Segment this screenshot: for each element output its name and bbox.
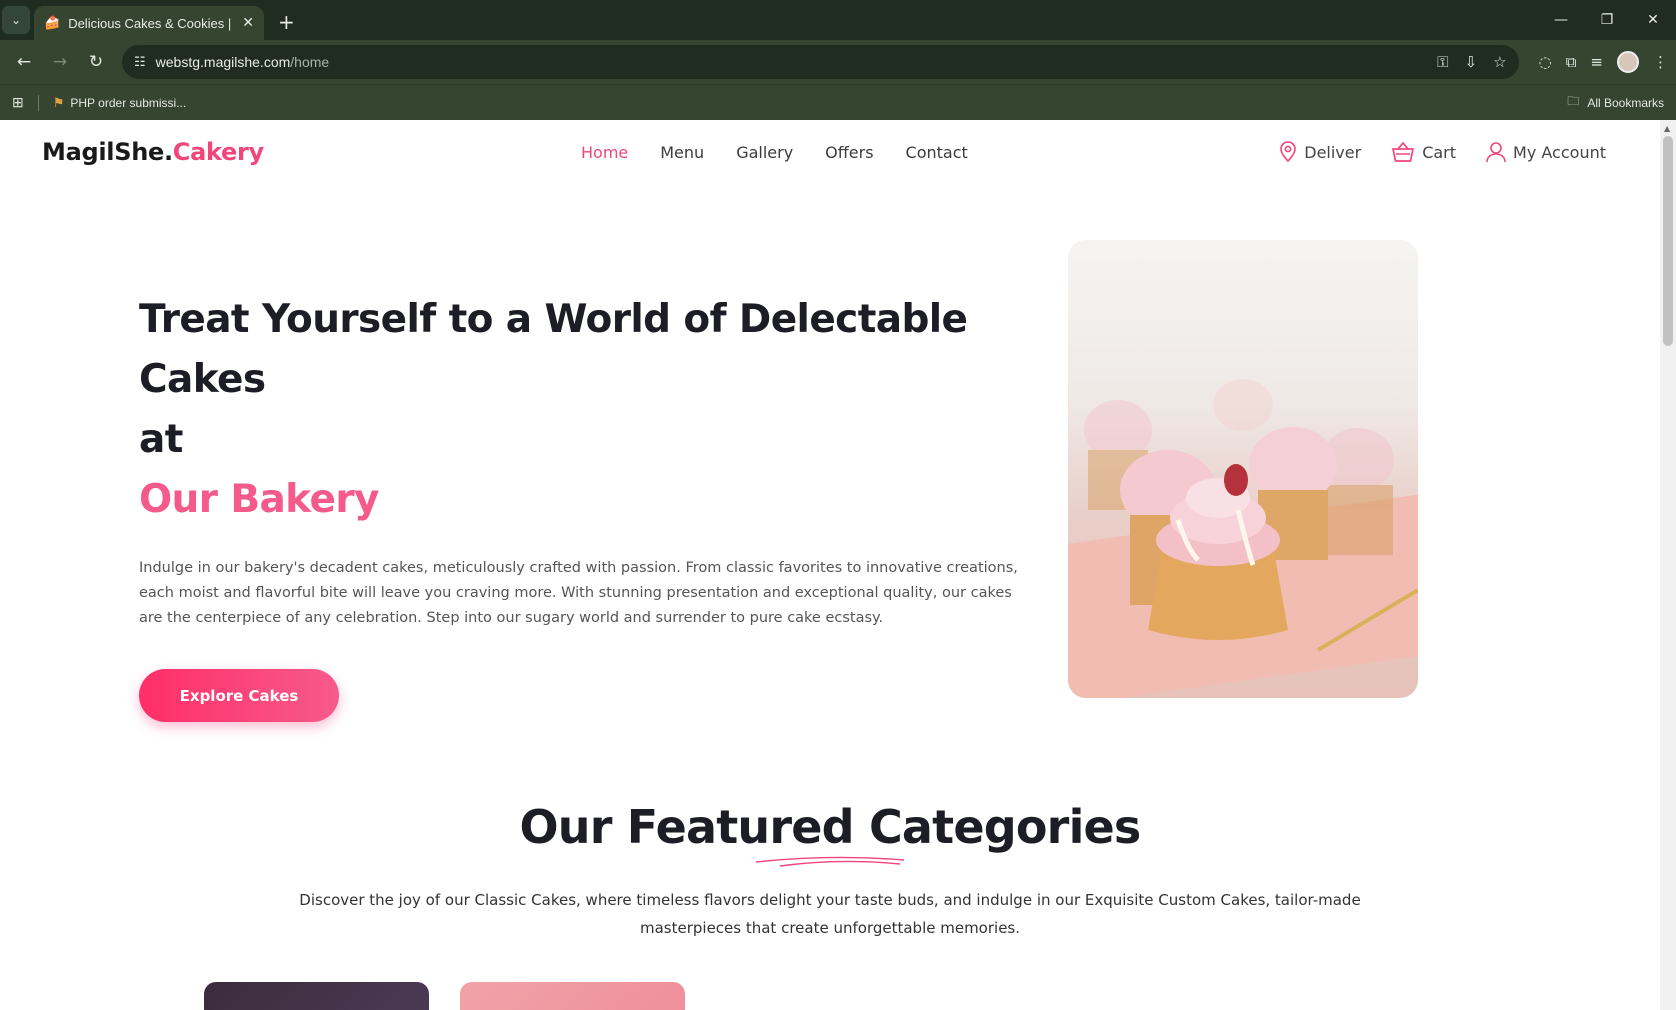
hero-heading-accent: Our Bakery bbox=[139, 477, 379, 522]
window-controls: — ❐ ✕ bbox=[1538, 0, 1676, 40]
nav-offers[interactable]: Offers bbox=[825, 143, 873, 162]
browser-menu-icon[interactable]: ⋮ bbox=[1653, 53, 1668, 71]
category-card-custom[interactable] bbox=[460, 982, 685, 1010]
user-icon bbox=[1486, 142, 1506, 163]
featured-description: Discover the joy of our Classic Cakes, w… bbox=[299, 891, 1361, 937]
tab-close-icon[interactable]: ✕ bbox=[242, 15, 254, 31]
bookmarks-bar: ⊞ ⚑ PHP order submissi... 🗀 All Bookmark… bbox=[0, 84, 1676, 120]
explore-cakes-button[interactable]: Explore Cakes bbox=[139, 669, 339, 722]
all-bookmarks-label: All Bookmarks bbox=[1587, 95, 1664, 110]
bookmark-separator bbox=[37, 94, 39, 111]
reload-icon[interactable]: ↻ bbox=[80, 46, 112, 78]
install-app-icon[interactable]: ⇩ bbox=[1465, 53, 1478, 71]
page-scrollbar[interactable]: ▲ bbox=[1660, 120, 1676, 1010]
tab-title: Delicious Cakes & Cookies | Ma bbox=[68, 15, 234, 31]
site-info-icon[interactable]: ☷ bbox=[134, 55, 146, 70]
featured-categories-section: Our Featured Categories Discover the joy… bbox=[0, 800, 1660, 942]
browser-tab-bar: ⌄ 🍰 Delicious Cakes & Cookies | Ma ✕ + —… bbox=[0, 0, 1676, 40]
back-icon[interactable]: ← bbox=[8, 46, 40, 78]
nav-home[interactable]: Home bbox=[581, 143, 628, 162]
extensions-puzzle-icon[interactable]: ⧉ bbox=[1566, 53, 1577, 71]
deliver-label: Deliver bbox=[1304, 142, 1362, 162]
profile-avatar[interactable] bbox=[1617, 51, 1639, 73]
folder-icon: 🗀 bbox=[1567, 94, 1580, 108]
browser-tab[interactable]: 🍰 Delicious Cakes & Cookies | Ma ✕ bbox=[34, 6, 264, 40]
cake-favicon-icon: 🍰 bbox=[44, 15, 61, 31]
cupcakes-illustration bbox=[1068, 379, 1418, 698]
password-key-icon[interactable]: ⚿ bbox=[1437, 53, 1448, 71]
nav-gallery[interactable]: Gallery bbox=[736, 143, 793, 162]
header-actions: Deliver Cart My Account bbox=[1279, 141, 1606, 163]
scrollbar-thumb[interactable] bbox=[1663, 136, 1673, 346]
hero-description: Indulge in our bakery's decadent cakes, … bbox=[139, 560, 1018, 626]
location-pin-icon bbox=[1280, 141, 1297, 163]
my-account-label: My Account bbox=[1513, 142, 1606, 162]
nav-menu[interactable]: Menu bbox=[660, 143, 704, 162]
title-underline-decoration bbox=[755, 856, 905, 867]
cart-button[interactable]: Cart bbox=[1391, 141, 1456, 163]
apps-grid-icon[interactable]: ⊞ bbox=[12, 94, 24, 111]
url-text[interactable]: webstg.magilshe.com/home bbox=[156, 54, 1438, 70]
basket-icon bbox=[1392, 141, 1415, 162]
cupcakes-photo bbox=[1068, 240, 1418, 698]
scroll-up-arrow-icon[interactable]: ▲ bbox=[1664, 124, 1670, 133]
extension-loading-icon[interactable]: ◌ bbox=[1539, 53, 1552, 71]
forward-icon[interactable]: → bbox=[44, 46, 76, 78]
all-bookmarks-button[interactable]: 🗀 All Bookmarks bbox=[1567, 92, 1664, 113]
site-header: MagilShe.Cakery Home Menu Gallery Offers… bbox=[0, 120, 1676, 184]
bookmark-item[interactable]: ⚑ PHP order submissi... bbox=[53, 95, 186, 111]
deliver-button[interactable]: Deliver bbox=[1279, 141, 1361, 163]
nav-contact[interactable]: Contact bbox=[906, 143, 968, 162]
main-nav: Home Menu Gallery Offers Contact bbox=[581, 143, 968, 162]
tab-search-icon[interactable]: ⌄ bbox=[2, 6, 30, 34]
my-account-button[interactable]: My Account bbox=[1486, 141, 1606, 163]
hero-section: Treat Yourself to a World of Delectable … bbox=[139, 290, 1039, 722]
category-card-classic[interactable] bbox=[204, 982, 429, 1010]
bookmark-star-icon[interactable]: ☆ bbox=[1493, 53, 1506, 71]
bookmark-label: PHP order submissi... bbox=[70, 95, 187, 110]
hero-heading: Treat Yourself to a World of Delectable … bbox=[139, 297, 968, 462]
media-controls-icon[interactable]: ≡ bbox=[1590, 53, 1603, 71]
new-tab-icon[interactable]: + bbox=[278, 10, 295, 34]
php-favicon-icon: ⚑ bbox=[52, 94, 65, 110]
minimize-icon[interactable]: — bbox=[1538, 0, 1584, 40]
address-bar[interactable]: ☷ webstg.magilshe.com/home ⚿ ⇩ ☆ bbox=[122, 45, 1519, 79]
web-page: MagilShe.Cakery Home Menu Gallery Offers… bbox=[0, 120, 1676, 1010]
cart-label: Cart bbox=[1422, 142, 1457, 162]
browser-toolbar: ← → ↻ ☷ webstg.magilshe.com/home ⚿ ⇩ ☆ ◌… bbox=[0, 40, 1676, 84]
site-logo[interactable]: MagilShe.Cakery bbox=[42, 138, 264, 166]
close-window-icon[interactable]: ✕ bbox=[1630, 0, 1676, 40]
restore-icon[interactable]: ❐ bbox=[1584, 0, 1630, 40]
featured-title: Our Featured Categories bbox=[519, 800, 1141, 854]
